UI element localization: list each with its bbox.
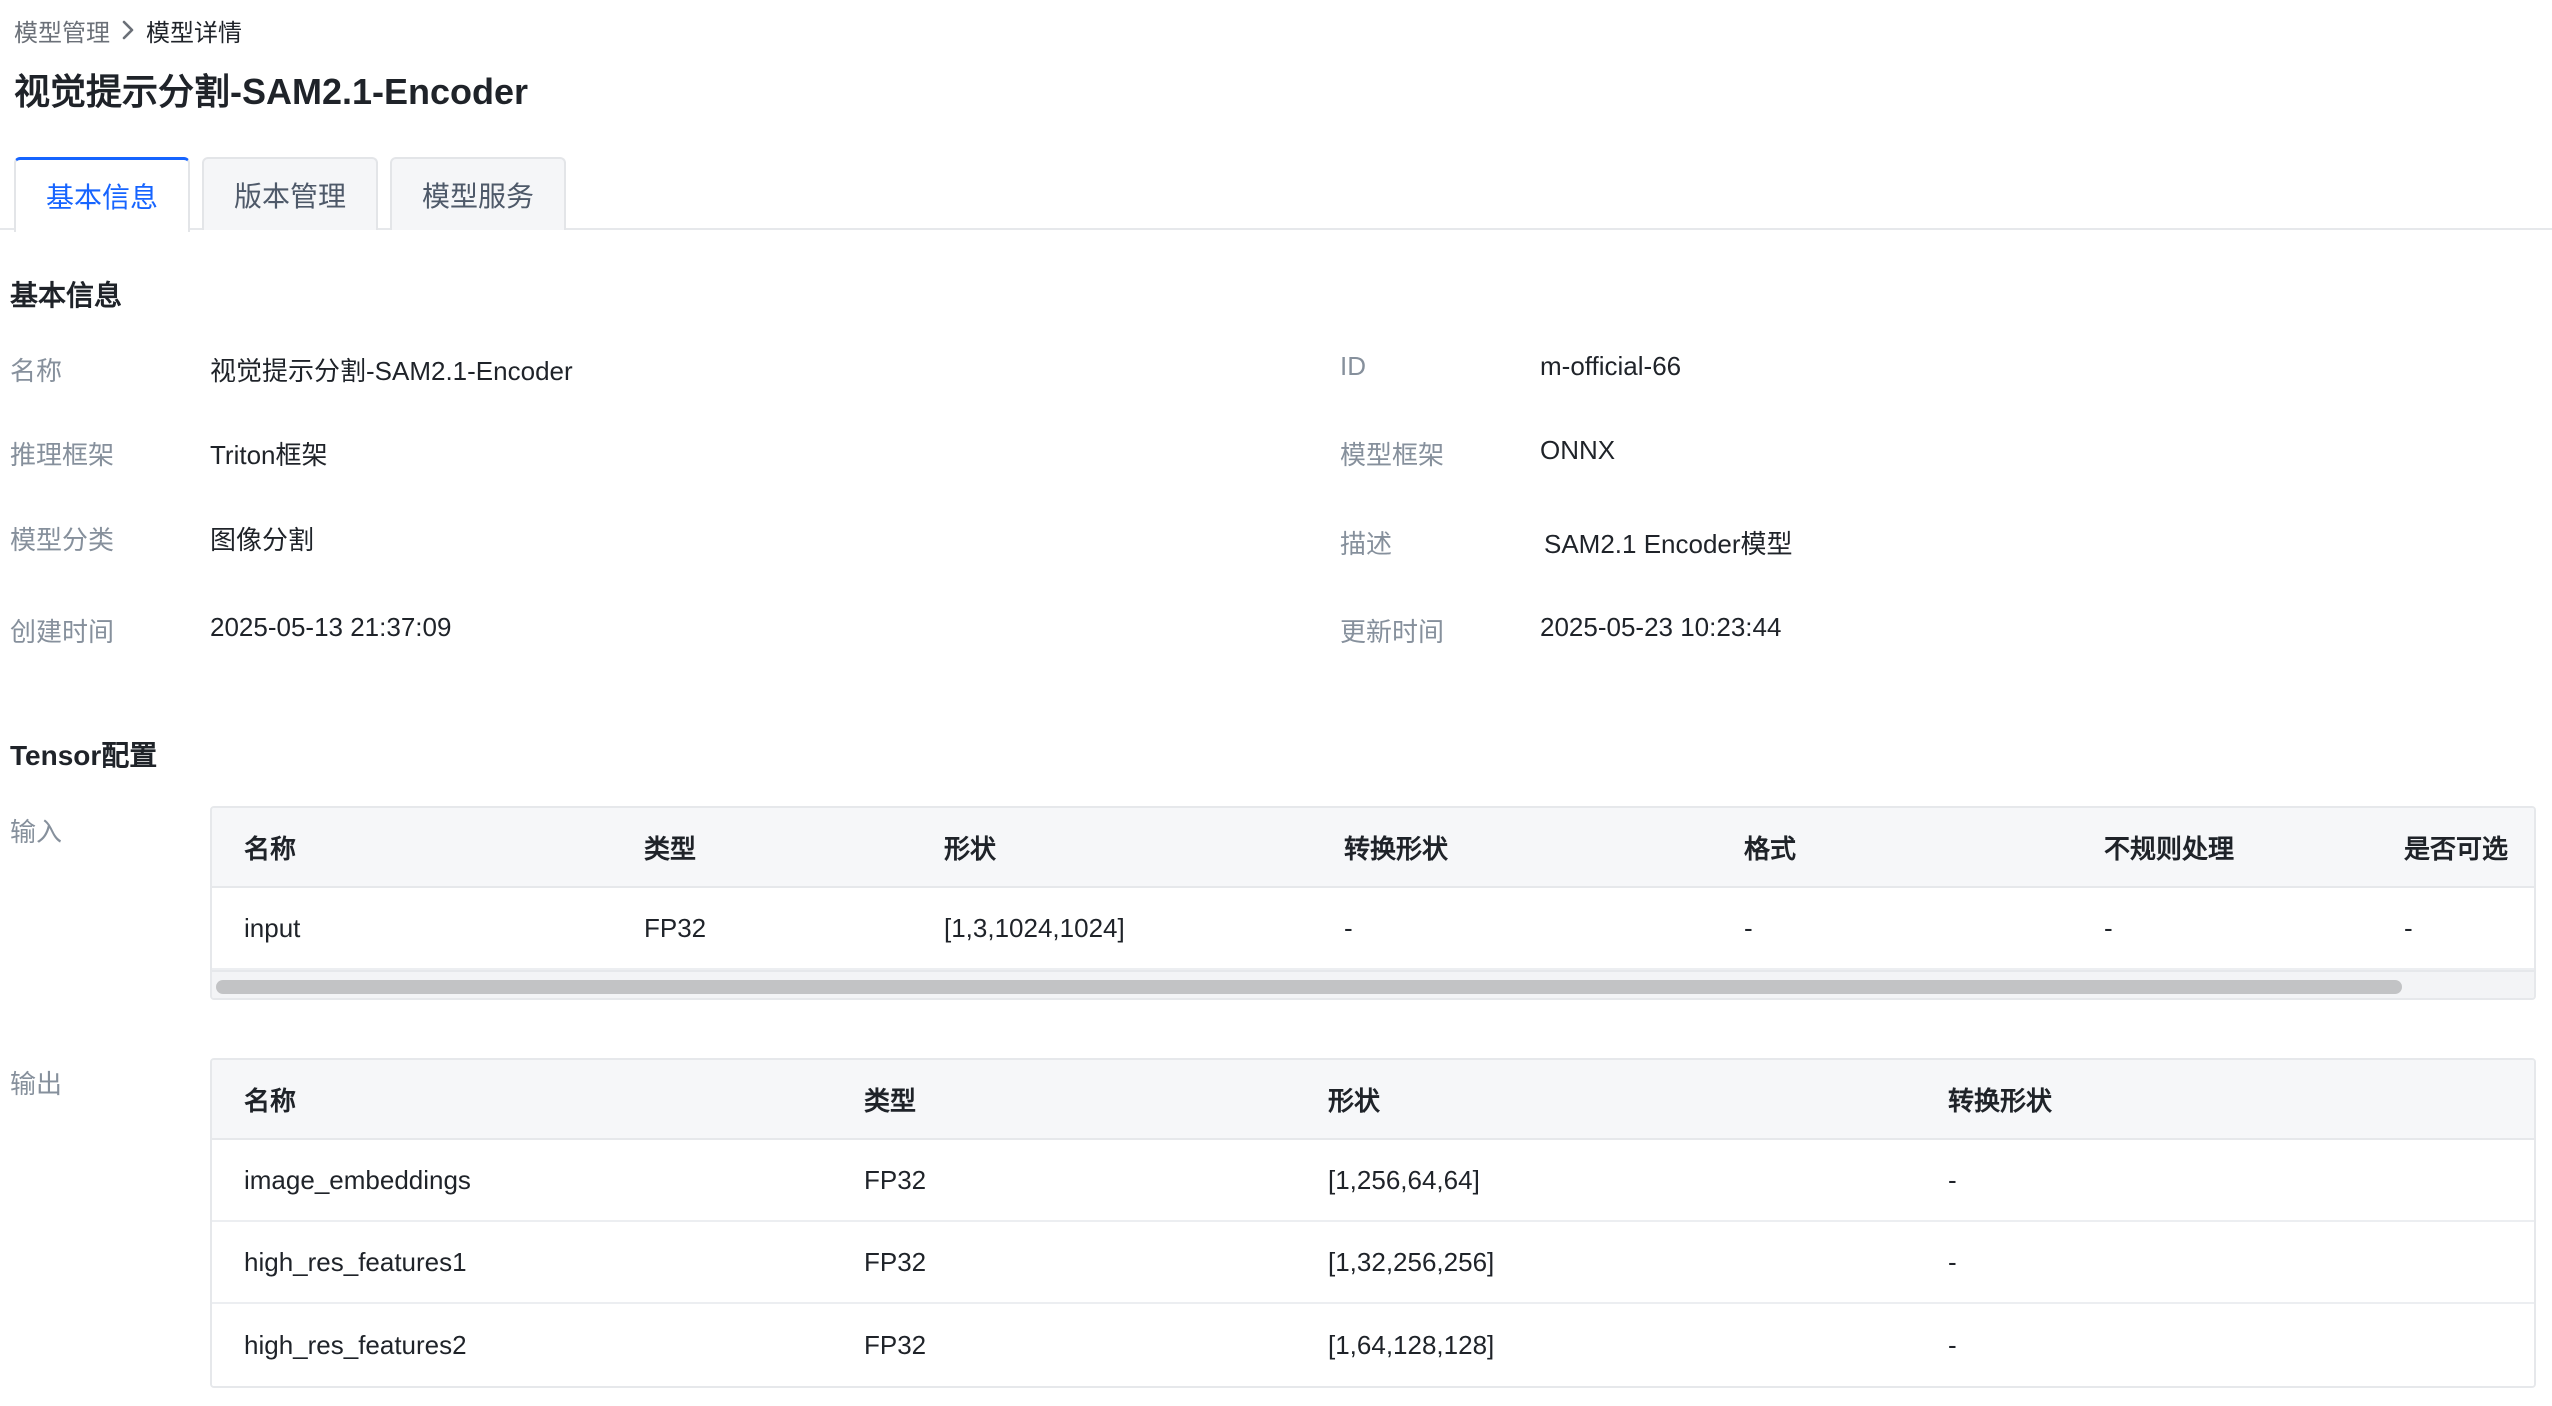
column-header-type: 类型 bbox=[864, 1085, 917, 1116]
column-header-reshape: 转换形状 bbox=[1344, 833, 1449, 864]
cell-type: FP32 bbox=[864, 1329, 927, 1360]
name-value: 视觉提示分割-SAM2.1-Encoder bbox=[210, 356, 573, 386]
horizontal-scrollbar[interactable] bbox=[212, 970, 2534, 998]
cell-optional: - bbox=[2404, 912, 2413, 943]
cell-name: image_embeddings bbox=[244, 1164, 471, 1195]
id-label: ID bbox=[1340, 351, 1366, 381]
tab-basic-info[interactable]: 基本信息 bbox=[14, 157, 190, 232]
cell-reshape: - bbox=[1948, 1246, 1957, 1277]
table-row: input FP32 [1,3,1024,1024] - - - - bbox=[212, 888, 2534, 970]
column-header-ragged: 不规则处理 bbox=[2104, 833, 2235, 864]
column-header-name: 名称 bbox=[244, 833, 297, 864]
table-header: 名称 类型 形状 转换形状 bbox=[212, 1060, 2534, 1140]
breadcrumb-model-management-link[interactable]: 模型管理 bbox=[14, 13, 110, 48]
input-label: 输入 bbox=[10, 817, 63, 847]
tab-model-service[interactable]: 模型服务 bbox=[390, 157, 566, 230]
table-row: high_res_features1 FP32 [1,32,256,256] - bbox=[212, 1222, 2534, 1304]
infer-framework-value: Triton框架 bbox=[210, 440, 328, 470]
tab-version-management[interactable]: 版本管理 bbox=[202, 157, 378, 230]
scrollbar-thumb[interactable] bbox=[216, 980, 2402, 994]
updated-time-value: 2025-05-23 10:23:44 bbox=[1540, 612, 1782, 642]
chevron-right-icon bbox=[110, 14, 146, 46]
cell-ragged: - bbox=[2104, 912, 2113, 943]
column-header-format: 格式 bbox=[1744, 833, 1797, 864]
created-time-value: 2025-05-13 21:37:09 bbox=[210, 612, 452, 642]
model-framework-value: ONNX bbox=[1540, 435, 1616, 465]
description-value: SAM2.1 Encoder模型 bbox=[1544, 529, 1793, 559]
category-value: 图像分割 bbox=[210, 525, 315, 555]
column-header-optional: 是否可选 bbox=[2404, 833, 2509, 864]
cell-format: - bbox=[1744, 912, 1753, 943]
cell-type: FP32 bbox=[864, 1164, 927, 1195]
cell-shape: [1,3,1024,1024] bbox=[944, 912, 1125, 943]
breadcrumb: 模型管理 模型详情 bbox=[14, 13, 242, 48]
cell-type: FP32 bbox=[644, 912, 707, 943]
updated-time-label: 更新时间 bbox=[1340, 617, 1445, 647]
cell-name: high_res_features2 bbox=[244, 1329, 467, 1360]
column-header-reshape: 转换形状 bbox=[1948, 1085, 2053, 1116]
cell-reshape: - bbox=[1948, 1329, 1957, 1360]
cell-reshape: - bbox=[1948, 1164, 1957, 1195]
column-header-type: 类型 bbox=[644, 833, 697, 864]
section-title-tensor-config: Tensor配置 bbox=[10, 740, 158, 771]
table-header: 名称 类型 形状 转换形状 格式 不规则处理 是否可选 bbox=[212, 808, 2534, 888]
cell-reshape: - bbox=[1344, 912, 1353, 943]
cell-type: FP32 bbox=[864, 1246, 927, 1277]
table-row: image_embeddings FP32 [1,256,64,64] - bbox=[212, 1140, 2534, 1222]
cell-shape: [1,64,128,128] bbox=[1328, 1329, 1495, 1360]
infer-framework-label: 推理框架 bbox=[10, 440, 115, 470]
table-row: high_res_features2 FP32 [1,64,128,128] - bbox=[212, 1304, 2534, 1386]
column-header-name: 名称 bbox=[244, 1085, 297, 1116]
column-header-shape: 形状 bbox=[944, 833, 997, 864]
description-label: 描述 bbox=[1340, 529, 1393, 559]
section-title-basic-info: 基本信息 bbox=[10, 280, 123, 311]
input-tensor-table: 名称 类型 形状 转换形状 格式 不规则处理 是否可选 input FP32 [… bbox=[210, 806, 2536, 1000]
output-label: 输出 bbox=[10, 1069, 63, 1099]
cell-name: high_res_features1 bbox=[244, 1246, 467, 1277]
breadcrumb-current: 模型详情 bbox=[146, 19, 242, 47]
cell-shape: [1,256,64,64] bbox=[1328, 1164, 1480, 1195]
category-label: 模型分类 bbox=[10, 525, 115, 555]
page-title: 视觉提示分割-SAM2.1-Encoder bbox=[14, 71, 529, 112]
column-header-shape: 形状 bbox=[1328, 1085, 1381, 1116]
name-label: 名称 bbox=[10, 356, 63, 386]
tab-bar: 基本信息 版本管理 模型服务 bbox=[0, 157, 2552, 232]
output-tensor-table: 名称 类型 形状 转换形状 image_embeddings FP32 [1,2… bbox=[210, 1058, 2536, 1388]
cell-name: input bbox=[244, 912, 301, 943]
model-framework-label: 模型框架 bbox=[1340, 440, 1445, 470]
created-time-label: 创建时间 bbox=[10, 617, 115, 647]
id-value: m-official-66 bbox=[1540, 351, 1682, 381]
cell-shape: [1,32,256,256] bbox=[1328, 1246, 1495, 1277]
